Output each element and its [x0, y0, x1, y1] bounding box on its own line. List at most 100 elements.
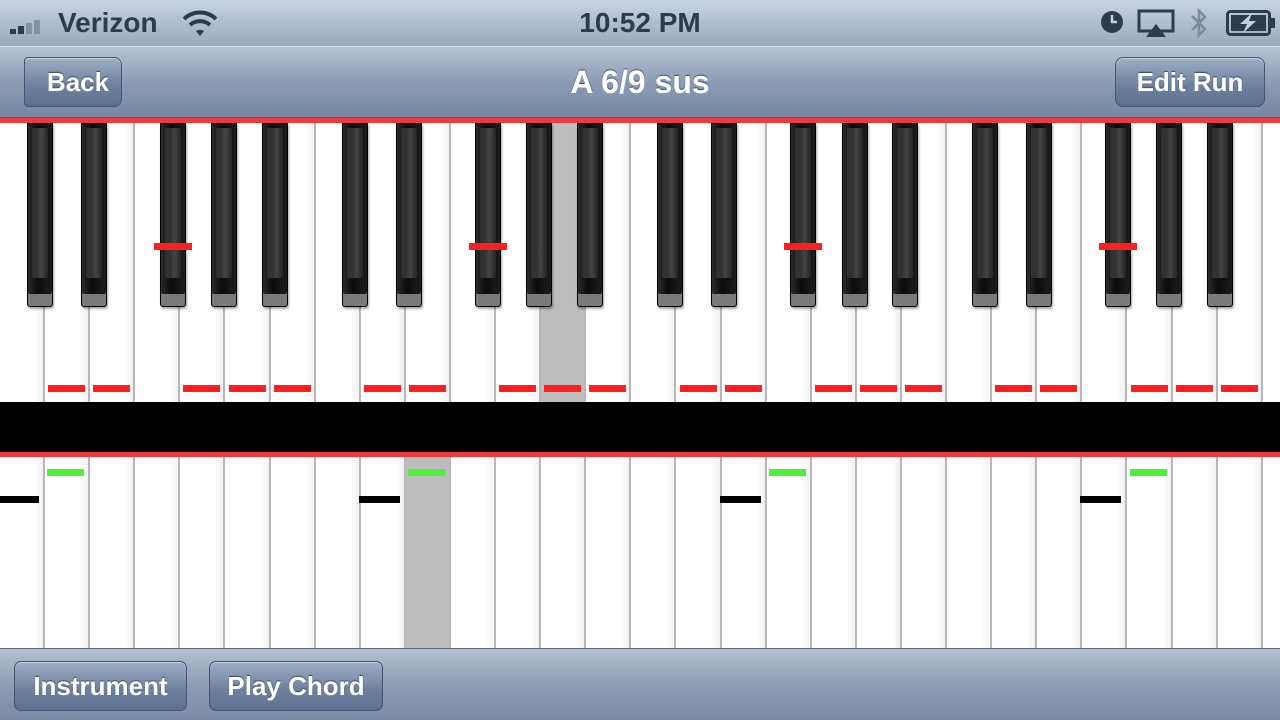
note-marker — [679, 385, 717, 392]
white-key[interactable] — [947, 457, 993, 648]
upper-piano-keyboard[interactable] — [0, 118, 1280, 402]
white-key[interactable] — [496, 457, 542, 648]
black-key[interactable] — [160, 123, 186, 307]
white-key[interactable] — [360, 457, 406, 648]
note-marker-green — [47, 469, 85, 476]
back-button[interactable]: Back — [24, 57, 122, 107]
white-key[interactable] — [225, 457, 271, 648]
note-marker — [469, 243, 507, 250]
white-key[interactable] — [1082, 457, 1128, 648]
black-key[interactable] — [711, 123, 737, 307]
white-key[interactable] — [1262, 123, 1280, 402]
white-key[interactable] — [541, 457, 587, 648]
status-bar: Verizon 10:52 PM — [0, 0, 1280, 46]
bluetooth-icon — [1191, 7, 1207, 39]
note-marker — [859, 385, 897, 392]
keyboard-divider — [0, 402, 1280, 452]
note-marker — [363, 385, 401, 392]
white-key[interactable] — [1127, 457, 1173, 648]
note-marker — [1099, 243, 1137, 250]
note-marker — [93, 385, 131, 392]
note-marker — [544, 385, 582, 392]
note-marker — [784, 243, 822, 250]
white-key[interactable] — [811, 457, 857, 648]
white-key[interactable] — [721, 457, 767, 648]
white-key[interactable] — [451, 457, 497, 648]
white-key[interactable] — [45, 457, 91, 648]
white-key[interactable] — [992, 457, 1038, 648]
note-marker — [183, 385, 221, 392]
note-marker-black — [719, 496, 761, 503]
signal-bars-icon — [10, 14, 54, 34]
note-marker — [1130, 385, 1168, 392]
wifi-icon — [182, 10, 218, 36]
white-key[interactable] — [902, 457, 948, 648]
white-key-highlighted[interactable] — [405, 457, 451, 648]
note-marker-black — [0, 496, 40, 503]
white-key[interactable] — [0, 457, 46, 648]
white-key[interactable] — [586, 457, 632, 648]
play-chord-button[interactable]: Play Chord — [209, 661, 383, 711]
white-key[interactable] — [135, 457, 181, 648]
instrument-button[interactable]: Instrument — [14, 661, 187, 711]
white-key[interactable] — [766, 457, 812, 648]
black-key[interactable] — [526, 123, 552, 307]
note-marker — [814, 385, 852, 392]
white-key[interactable] — [676, 457, 722, 648]
note-marker — [408, 385, 446, 392]
note-marker-black — [358, 496, 400, 503]
battery-charging-icon — [1226, 10, 1275, 36]
white-key[interactable] — [1262, 457, 1280, 648]
note-marker-green — [1129, 469, 1167, 476]
black-key[interactable] — [577, 123, 603, 307]
black-key[interactable] — [892, 123, 918, 307]
note-marker-black — [1080, 496, 1122, 503]
navigation-bar: A 6/9 sus Back Edit Run — [0, 46, 1280, 118]
note-marker — [724, 385, 762, 392]
note-marker — [589, 385, 627, 392]
black-key[interactable] — [27, 123, 53, 307]
white-key[interactable] — [631, 457, 677, 648]
black-key[interactable] — [396, 123, 422, 307]
white-key[interactable] — [1217, 457, 1263, 648]
black-key[interactable] — [790, 123, 816, 307]
white-key[interactable] — [1172, 457, 1218, 648]
white-key[interactable] — [180, 457, 226, 648]
note-marker — [1040, 385, 1078, 392]
black-key[interactable] — [842, 123, 868, 307]
note-marker-green — [407, 469, 445, 476]
black-key[interactable] — [342, 123, 368, 307]
black-key[interactable] — [211, 123, 237, 307]
note-marker-green — [768, 469, 806, 476]
clock-icon — [1101, 11, 1123, 33]
black-key[interactable] — [972, 123, 998, 307]
note-marker — [154, 243, 192, 250]
black-key[interactable] — [475, 123, 501, 307]
black-key[interactable] — [1207, 123, 1233, 307]
black-key[interactable] — [1105, 123, 1131, 307]
lower-piano-keyboard[interactable] — [0, 452, 1280, 648]
note-marker — [995, 385, 1033, 392]
note-marker — [1220, 385, 1258, 392]
white-key[interactable] — [315, 457, 361, 648]
black-key[interactable] — [657, 123, 683, 307]
back-button-label: Back — [46, 67, 110, 97]
black-key[interactable] — [1156, 123, 1182, 307]
black-key[interactable] — [262, 123, 288, 307]
black-key[interactable] — [1026, 123, 1052, 307]
note-marker — [48, 385, 86, 392]
chord-title: A 6/9 sus — [570, 64, 710, 100]
note-marker — [499, 385, 537, 392]
note-marker — [905, 385, 943, 392]
white-key[interactable] — [270, 457, 316, 648]
airplay-icon — [1137, 9, 1175, 37]
white-key[interactable] — [90, 457, 136, 648]
edit-run-button[interactable]: Edit Run — [1115, 57, 1265, 107]
note-marker — [228, 385, 266, 392]
white-key[interactable] — [856, 457, 902, 648]
note-marker — [1175, 385, 1213, 392]
bottom-toolbar: Instrument Play Chord — [0, 648, 1280, 720]
black-key[interactable] — [81, 123, 107, 307]
white-key[interactable] — [1037, 457, 1083, 648]
carrier-name: Verizon — [58, 7, 158, 38]
